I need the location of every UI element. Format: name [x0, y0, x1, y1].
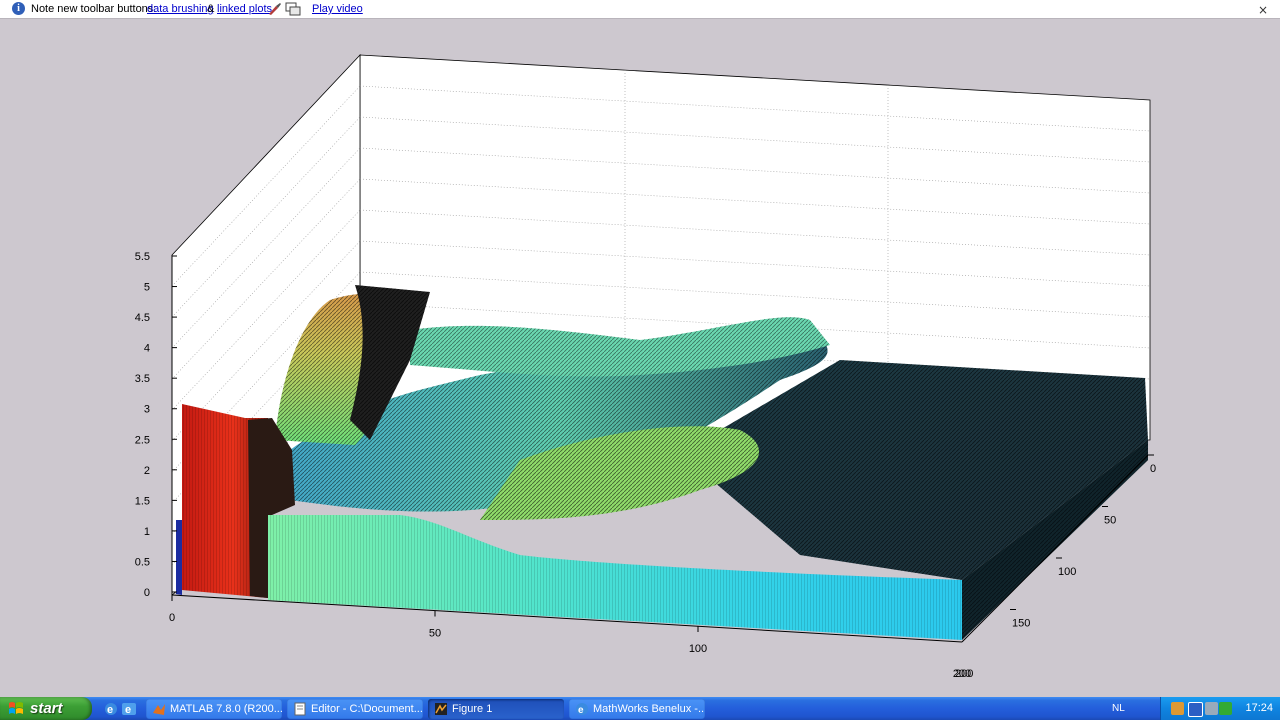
- z-axis: 0 0.5 1 1.5 2 2.5 3 3.5 4 4.5 5 5.5: [135, 251, 177, 599]
- y-tick-label: 100: [1058, 566, 1076, 578]
- linked-plots-link[interactable]: linked plots: [217, 0, 272, 18]
- data-brushing-link[interactable]: data brushing: [147, 0, 214, 18]
- clock: 17:24: [1245, 702, 1273, 714]
- x-tick-label: 0: [169, 612, 175, 624]
- svg-text:e: e: [125, 704, 131, 716]
- desktop-icon[interactable]: e: [121, 701, 137, 717]
- x-tick-label: 100: [689, 643, 707, 655]
- z-tick-label: 2: [144, 465, 150, 477]
- start-button[interactable]: start: [0, 697, 92, 720]
- internet-explorer-icon: e: [576, 703, 588, 716]
- task-matlab[interactable]: MATLAB 7.8.0 (R200...: [146, 699, 282, 719]
- z-tick-label: 2.5: [135, 434, 150, 446]
- z-tick-label: 4.5: [135, 312, 150, 324]
- task-editor[interactable]: Editor - C:\Document...: [287, 699, 423, 719]
- tray-icon-network[interactable]: [1188, 702, 1203, 717]
- editor-icon: [294, 702, 306, 716]
- info-text: Note new toolbar buttons:: [31, 3, 157, 15]
- z-tick-label: 5.5: [135, 251, 150, 263]
- language-indicator[interactable]: NL: [1112, 702, 1132, 715]
- y-tick-label: 150: [1012, 618, 1030, 630]
- y-tick-label: 0: [1150, 463, 1156, 475]
- z-tick-label: 4: [144, 343, 150, 355]
- system-tray: 17:24: [1160, 697, 1280, 720]
- play-video-link[interactable]: Play video: [312, 0, 363, 18]
- z-tick-label: 1: [144, 526, 150, 538]
- task-label: MATLAB 7.8.0 (R200...: [170, 703, 282, 715]
- surface-plot[interactable]: 0 0.5 1 1.5 2 2.5 3 3.5 4 4.5 5 5.5 0 50 100 200 0 50 10…: [0, 19, 1280, 697]
- y-tick-label: 50: [1104, 515, 1116, 527]
- z-tick-label: 1.5: [135, 495, 150, 507]
- info-icon: i: [12, 2, 25, 15]
- tray-icon-1[interactable]: [1171, 702, 1184, 715]
- taskbar: start e e MATLAB 7.8.0 (R200... Editor -…: [0, 697, 1280, 720]
- linked-plots-icon[interactable]: [285, 2, 301, 16]
- task-label: MathWorks Benelux -...: [593, 703, 705, 715]
- z-tick-label: 5: [144, 282, 150, 294]
- y-tick-label: 200: [955, 668, 973, 680]
- svg-text:e: e: [578, 705, 584, 716]
- start-label: start: [30, 700, 63, 717]
- task-mathworks-browser[interactable]: e MathWorks Benelux -...: [569, 699, 705, 719]
- x-tick-label: 50: [429, 628, 441, 640]
- tray-icon-v2[interactable]: [1219, 702, 1232, 715]
- z-tick-label: 0.5: [135, 556, 150, 568]
- z-tick-label: 3.5: [135, 373, 150, 385]
- brush-icon[interactable]: [267, 2, 283, 16]
- info-bar: i Note new toolbar buttons: data brushin…: [0, 0, 1280, 19]
- figure-canvas[interactable]: 0 0.5 1 1.5 2 2.5 3 3.5 4 4.5 5 5.5 0 50 100 200 0 50 10…: [0, 19, 1280, 697]
- close-icon[interactable]: ×: [1258, 1, 1268, 19]
- internet-explorer-icon[interactable]: e: [103, 701, 119, 717]
- task-label: Editor - C:\Document...: [311, 703, 423, 715]
- z-tick-label: 0: [144, 587, 150, 599]
- figure-icon: [435, 703, 447, 715]
- svg-text:e: e: [107, 704, 113, 716]
- task-figure-1[interactable]: Figure 1: [428, 699, 564, 719]
- windows-logo-icon: [9, 702, 23, 714]
- matlab-icon: [153, 704, 165, 715]
- z-tick-label: 3: [144, 404, 150, 416]
- tray-icon-volume[interactable]: [1205, 702, 1218, 715]
- task-label: Figure 1: [452, 703, 493, 715]
- info-amp: &: [207, 3, 215, 15]
